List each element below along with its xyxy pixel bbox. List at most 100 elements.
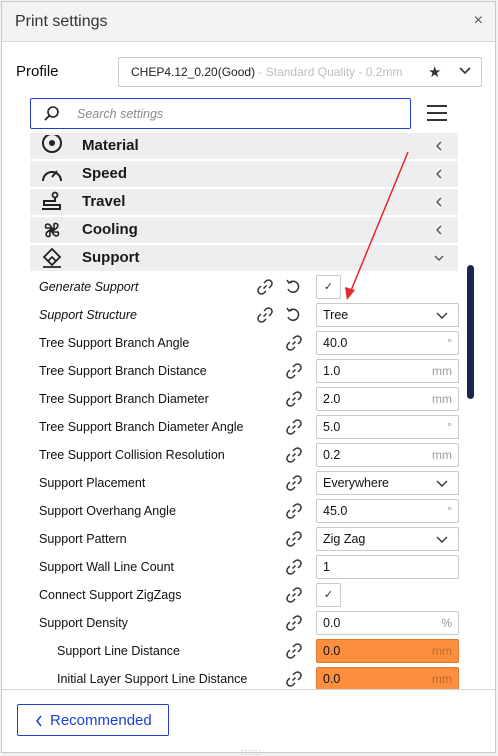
category-support[interactable]: Support (30, 245, 458, 271)
setting-row-branch-distance: Tree Support Branch Distance 1.0 mm (30, 357, 460, 385)
input-value: 45.0 (323, 504, 348, 518)
chevron-left-icon (436, 225, 442, 235)
settings-visibility-menu-icon[interactable] (426, 103, 448, 123)
footer-divider (2, 689, 495, 690)
link-icon[interactable] (285, 390, 303, 408)
link-icon[interactable] (285, 670, 303, 688)
overhang-angle-input[interactable]: 45.0 ° (316, 499, 459, 523)
input-unit: ° (447, 504, 452, 518)
close-icon[interactable]: × (474, 13, 483, 29)
support-structure-select[interactable]: Tree (316, 303, 459, 327)
search-icon (44, 106, 59, 121)
link-icon[interactable] (285, 558, 303, 576)
category-label: Cooling (82, 221, 138, 238)
chevron-left-icon (436, 141, 442, 151)
link-icon[interactable] (285, 418, 303, 436)
favorite-star-icon[interactable]: ★ (428, 63, 441, 81)
setting-label: Support Structure (39, 308, 137, 322)
input-value: 1 (323, 560, 330, 574)
chevron-down-icon (436, 536, 448, 543)
setting-row-initial-layer-line-distance: Initial Layer Support Line Distance 0.0 … (30, 665, 460, 689)
setting-row-collision-resolution: Tree Support Collision Resolution 0.2 mm (30, 441, 460, 469)
setting-row-connect-zigzags: Connect Support ZigZags ✓ (30, 581, 460, 609)
setting-label: Generate Support (39, 280, 139, 294)
setting-row-branch-diameter: Tree Support Branch Diameter 2.0 mm (30, 385, 460, 413)
window-title: Print settings (15, 13, 108, 30)
input-unit: mm (432, 392, 452, 406)
branch-diameter-angle-input[interactable]: 5.0 ° (316, 415, 459, 439)
category-label: Travel (82, 193, 126, 210)
initial-layer-line-distance-input[interactable]: 0.0 mm (316, 667, 459, 689)
category-cooling[interactable]: Cooling (30, 217, 458, 243)
reset-icon[interactable] (285, 307, 301, 323)
category-material[interactable]: Material (30, 133, 458, 159)
category-speed[interactable]: Speed (30, 161, 458, 187)
link-icon[interactable] (285, 446, 303, 464)
settings-list[interactable]: Material Speed Travel Cooling Support Ge… (30, 133, 460, 689)
profile-label: Profile (16, 63, 59, 80)
scrollbar-thumb[interactable] (467, 265, 474, 399)
recommended-button[interactable]: Recommended (17, 704, 169, 736)
setting-label: Connect Support ZigZags (39, 588, 182, 602)
wall-line-count-input[interactable]: 1 (316, 555, 459, 579)
link-icon[interactable] (285, 614, 303, 632)
category-travel[interactable]: Travel (30, 189, 458, 215)
support-pattern-select[interactable]: Zig Zag (316, 527, 459, 551)
link-icon[interactable] (285, 334, 303, 352)
category-label: Speed (82, 165, 128, 182)
link-icon[interactable] (285, 502, 303, 520)
input-value: 1.0 (323, 364, 341, 378)
support-icon (42, 247, 62, 268)
select-value: Zig Zag (323, 532, 366, 546)
profile-quality-text: - Standard Quality - 0.2mm (255, 65, 403, 79)
setting-row-branch-angle: Tree Support Branch Angle 40.0 ° (30, 329, 460, 357)
setting-label: Support Wall Line Count (39, 560, 175, 574)
fan-icon (44, 222, 60, 238)
profile-select[interactable]: CHEP4.12_0.20(Good) - Standard Quality -… (118, 57, 482, 87)
category-label: Support (82, 249, 140, 266)
setting-row-support-density: Support Density 0.0 % (30, 609, 460, 637)
setting-row-support-placement: Support Placement Everywhere (30, 469, 460, 497)
input-value: 0.0 (323, 616, 341, 630)
speed-icon (42, 170, 62, 182)
search-input[interactable]: Search settings (30, 98, 411, 129)
branch-diameter-input[interactable]: 2.0 mm (316, 387, 459, 411)
input-unit: ° (447, 336, 452, 350)
link-icon[interactable] (285, 642, 303, 660)
branch-distance-input[interactable]: 1.0 mm (316, 359, 459, 383)
chevron-down-icon (436, 312, 448, 319)
setting-row-overhang-angle: Support Overhang Angle 45.0 ° (30, 497, 460, 525)
input-value: 0.0 (323, 644, 341, 658)
input-unit: mm (432, 448, 452, 462)
setting-label: Tree Support Branch Diameter Angle (39, 420, 244, 434)
chevron-down-icon[interactable] (457, 63, 473, 79)
link-icon[interactable] (256, 278, 274, 296)
setting-row-support-line-distance: Support Line Distance 0.0 mm (30, 637, 460, 665)
resize-grip-icon[interactable]: :::::: (241, 747, 262, 756)
chevron-left-icon (436, 169, 442, 179)
link-icon[interactable] (256, 306, 274, 324)
setting-label: Initial Layer Support Line Distance (57, 672, 248, 686)
link-icon[interactable] (285, 474, 303, 492)
link-icon[interactable] (285, 530, 303, 548)
setting-label: Tree Support Branch Distance (39, 364, 207, 378)
input-unit: ° (447, 420, 452, 434)
collision-resolution-input[interactable]: 0.2 mm (316, 443, 459, 467)
chevron-down-icon (434, 255, 444, 261)
support-placement-select[interactable]: Everywhere (316, 471, 459, 495)
setting-label: Support Overhang Angle (39, 504, 176, 518)
connect-zigzags-checkbox[interactable]: ✓ (316, 583, 341, 607)
reset-icon[interactable] (285, 279, 301, 295)
support-line-distance-input[interactable]: 0.0 mm (316, 639, 459, 663)
material-icon (42, 135, 62, 153)
link-icon[interactable] (285, 586, 303, 604)
input-unit: mm (432, 364, 452, 378)
link-icon[interactable] (285, 362, 303, 380)
support-density-input[interactable]: 0.0 % (316, 611, 459, 635)
setting-label: Tree Support Branch Diameter (39, 392, 209, 406)
setting-label: Tree Support Collision Resolution (39, 448, 225, 462)
profile-name-text: CHEP4.12_0.20(Good) (131, 65, 256, 79)
branch-angle-input[interactable]: 40.0 ° (316, 331, 459, 355)
generate-support-checkbox[interactable]: ✓ (316, 275, 341, 299)
input-unit: % (441, 616, 452, 630)
